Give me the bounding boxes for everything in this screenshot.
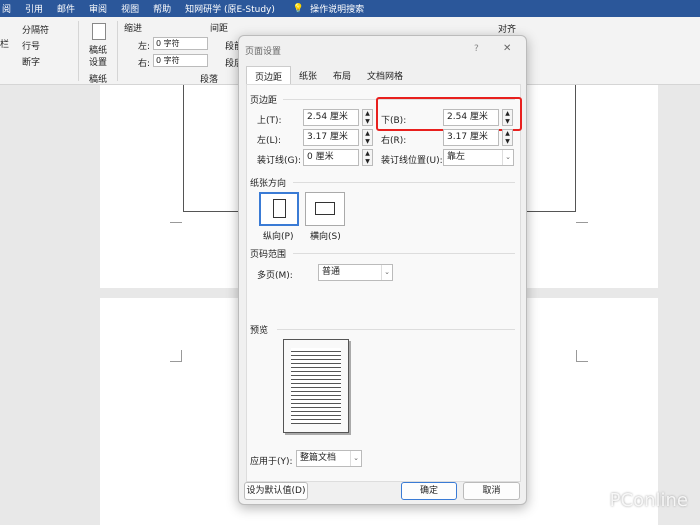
right-margin-input[interactable]: 3.17 厘米 xyxy=(443,129,499,146)
multi-pages-label: 多页(M): xyxy=(257,271,293,281)
lightbulb-icon: 💡 xyxy=(292,3,305,14)
spacing-label: 间距 xyxy=(210,24,229,34)
indent-left-label: 左: xyxy=(138,42,151,52)
tab-layout[interactable]: 布局 xyxy=(325,66,359,84)
page-setup-dialog: 页面设置 ? ✕ 页边距 纸张 布局 文档网格 页边距 上(T): 2.54 厘… xyxy=(238,35,527,505)
preview-section-label: 预览 xyxy=(250,326,269,336)
left-label: 左(L): xyxy=(257,136,282,146)
set-default-button[interactable]: 设为默认值(D) xyxy=(244,482,308,500)
gutter-label: 装订线(G): xyxy=(257,156,302,166)
portrait-page-icon xyxy=(273,199,286,218)
indent-right-input[interactable]: 0 字符 xyxy=(153,54,208,67)
indent-right-label: 右: xyxy=(138,59,151,69)
left-margin-spinner[interactable]: ▲ ▼ xyxy=(362,129,373,146)
chevron-down-icon: ⌄ xyxy=(502,150,513,165)
pages-section-label: 页码范围 xyxy=(250,250,287,260)
draft-group-label: 稿纸 xyxy=(89,75,108,85)
align-button[interactable]: 对齐 xyxy=(498,22,516,35)
preview-page xyxy=(283,339,349,433)
gutter-pos-value: 靠左 xyxy=(447,152,466,162)
landscape-page-icon xyxy=(315,202,335,215)
landscape-button[interactable] xyxy=(305,192,345,226)
tab-references[interactable]: 引用 xyxy=(25,2,43,15)
indent-label: 缩进 xyxy=(124,24,143,34)
landscape-label: 横向(S) xyxy=(310,232,341,242)
portrait-label: 纵向(P) xyxy=(263,232,294,242)
indent-left-input[interactable]: 0 字符 xyxy=(153,37,208,50)
ok-button[interactable]: 确定 xyxy=(401,482,457,500)
apply-to-label: 应用于(Y): xyxy=(250,457,293,467)
ribbon-tab-bar: 阅 引用 邮件 审阅 视图 帮助 知网研学 (原E-Study) 💡 操作说明搜… xyxy=(0,0,700,17)
breaks-button[interactable]: 分隔符 xyxy=(22,23,49,36)
gutter-input[interactable]: 0 厘米 xyxy=(303,149,359,166)
tab-review[interactable]: 审阅 xyxy=(89,2,107,15)
paragraph-group-label: 段落 xyxy=(200,75,219,85)
hyphenation-button[interactable]: 断字 xyxy=(22,55,40,68)
portrait-button[interactable] xyxy=(259,192,299,226)
chevron-down-icon: ⌄ xyxy=(350,451,361,466)
top-margin-spinner[interactable]: ▲ ▼ xyxy=(362,109,373,126)
apply-to-select[interactable]: 整篇文档 ⌄ xyxy=(296,450,362,467)
highlight-box xyxy=(376,97,522,131)
tab-help[interactable]: 帮助 xyxy=(153,2,171,15)
chevron-down-icon: ⌄ xyxy=(381,265,392,280)
left-margin-input[interactable]: 3.17 厘米 xyxy=(303,129,359,146)
watermark: PConline xyxy=(609,490,688,511)
margins-section-label: 页边距 xyxy=(250,96,278,106)
tab-paper[interactable]: 纸张 xyxy=(291,66,325,84)
close-icon[interactable]: ✕ xyxy=(503,43,511,54)
line-numbers-button[interactable]: 行号 xyxy=(22,39,40,52)
draft-paper-icon xyxy=(92,23,106,40)
right-margin-spinner[interactable]: ▲ ▼ xyxy=(502,129,513,146)
margins-panel: 页边距 上(T): 2.54 厘米 ▲ ▼ 下(B): 2.54 厘米 ▲ ▼ 左(… xyxy=(246,84,522,482)
gutter-pos-label: 装订线位置(U): xyxy=(381,156,443,166)
columns-button[interactable]: 栏 xyxy=(0,37,9,50)
tab-margins[interactable]: 页边距 xyxy=(246,66,292,84)
orientation-section-label: 纸张方向 xyxy=(250,179,287,189)
top-label: 上(T): xyxy=(257,116,282,126)
tab-doc-grid[interactable]: 文档网格 xyxy=(359,66,411,84)
cancel-button[interactable]: 取消 xyxy=(463,482,520,500)
multi-pages-select[interactable]: 普通 ⌄ xyxy=(318,264,393,281)
help-button[interactable]: ? xyxy=(474,44,479,54)
tab-estudy[interactable]: 知网研学 (原E-Study) xyxy=(185,2,275,15)
tab-layout[interactable]: 阅 xyxy=(2,2,11,15)
top-margin-input[interactable]: 2.54 厘米 xyxy=(303,109,359,126)
gutter-spinner[interactable]: ▲ ▼ xyxy=(362,149,373,166)
draft-setup-button-l2[interactable]: 设置 xyxy=(89,55,107,68)
dialog-tabs: 页边距 纸张 布局 文档网格 xyxy=(246,66,411,84)
dialog-title: 页面设置 xyxy=(245,47,282,57)
apply-to-value: 整篇文档 xyxy=(300,453,337,463)
multi-pages-value: 普通 xyxy=(322,267,341,277)
tab-mailings[interactable]: 邮件 xyxy=(57,2,75,15)
right-label: 右(R): xyxy=(381,136,407,146)
tell-me-search[interactable]: 操作说明搜索 xyxy=(310,2,364,15)
tab-view[interactable]: 视图 xyxy=(121,2,139,15)
gutter-pos-select[interactable]: 靠左 ⌄ xyxy=(443,149,514,166)
